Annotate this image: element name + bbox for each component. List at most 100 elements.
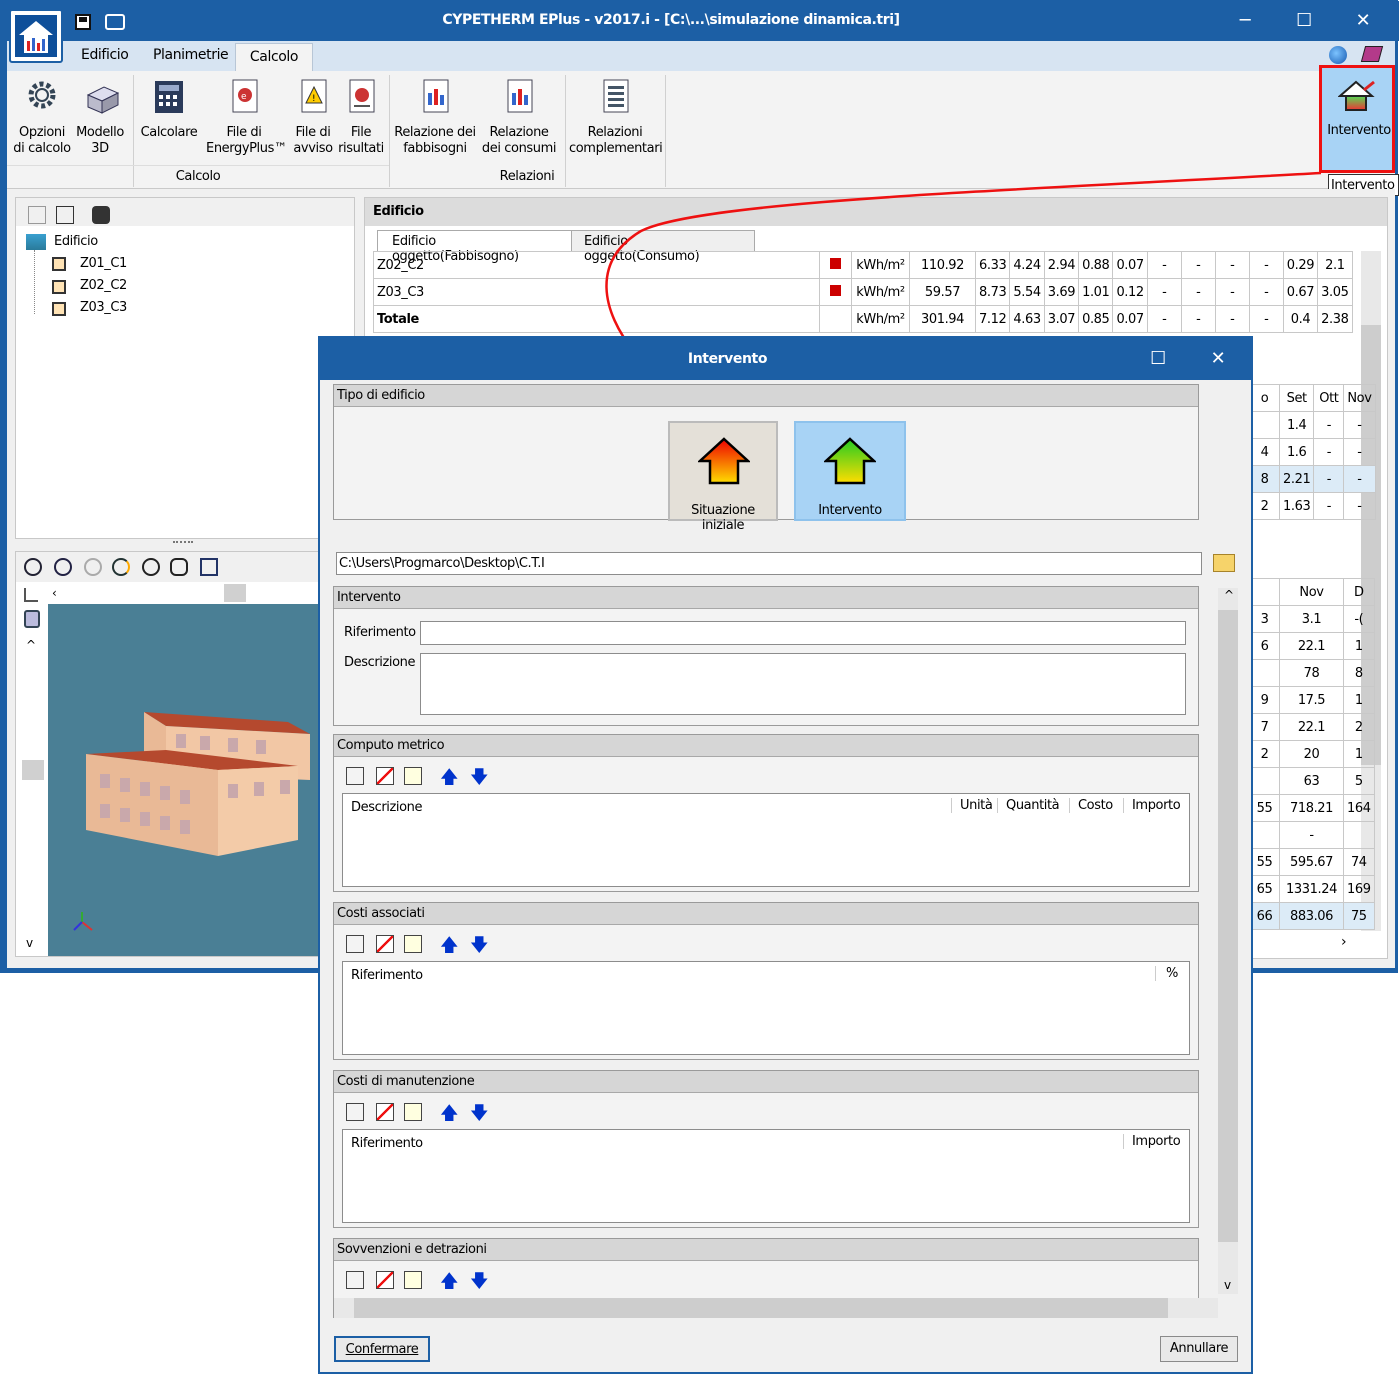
cell-value: 22.1: [1279, 713, 1344, 741]
cell-value: 2: [1249, 740, 1280, 768]
path-field[interactable]: C:\Users\Progmarco\Desktop\C.T.I: [336, 552, 1202, 575]
col-header: Nov: [1279, 578, 1344, 606]
cell-value: 63: [1279, 767, 1344, 795]
descrizione-textarea[interactable]: [420, 653, 1186, 715]
delete-row-icon[interactable]: [376, 1271, 394, 1289]
dialog-scroll-down[interactable]: v: [1224, 1278, 1231, 1292]
table-row[interactable]: 65 1331.24 169: [1249, 875, 1375, 903]
add-row-icon[interactable]: [346, 1103, 364, 1121]
delete-row-icon[interactable]: [376, 935, 394, 953]
add-row-icon[interactable]: [346, 935, 364, 953]
col-header: [1249, 578, 1280, 606]
move-down-icon[interactable]: 🡇: [470, 765, 489, 788]
zoom-previous-icon[interactable]: [84, 558, 102, 576]
col-header: Set: [1278, 384, 1315, 412]
cancel-button[interactable]: Annullare: [1160, 1336, 1238, 1362]
table-row[interactable]: 4 1.6- -: [1249, 438, 1376, 466]
col-header: D: [1343, 578, 1375, 606]
delete-row-icon[interactable]: [376, 767, 394, 785]
riferimento-input[interactable]: [420, 621, 1186, 645]
move-down-icon[interactable]: 🡇: [470, 1101, 489, 1124]
cell-value: -: [1313, 438, 1345, 466]
table-header-row: o Set Ott Nov: [1249, 384, 1376, 412]
cell-value: 718.21: [1279, 794, 1344, 822]
confirm-button[interactable]: Confermare: [334, 1336, 430, 1362]
cell-value: 1331.24: [1279, 875, 1344, 903]
scroll-up-arrow[interactable]: ^: [26, 638, 36, 652]
dialog-scroll-up[interactable]: ^: [1224, 588, 1234, 602]
folder-open-icon[interactable]: [1213, 554, 1235, 572]
cell-value: 169: [1343, 875, 1375, 903]
cell-value: [1249, 821, 1280, 849]
monthly-table: o Set Ott Nov 1.4- -4 1.6- -8 2.21- -2 1.63- -: [1249, 384, 1376, 520]
move-up-icon[interactable]: 🡅: [440, 1269, 459, 1292]
dialog-close-button[interactable]: ✕: [1198, 348, 1238, 369]
section-header: Intervento: [334, 587, 1198, 609]
axis-icon[interactable]: [24, 588, 38, 602]
move-down-icon[interactable]: 🡇: [470, 933, 489, 956]
table-row[interactable]: 7 22.1 2: [1249, 713, 1375, 741]
3d-view-panel: ‹ ^ v: [15, 551, 320, 957]
splitter-handle[interactable]: [173, 541, 193, 545]
3d-viewport[interactable]: [48, 604, 320, 956]
cell-value: 66: [1249, 902, 1280, 930]
scroll-down-arrow[interactable]: v: [26, 936, 33, 950]
table-row[interactable]: 55 718.21 164: [1249, 794, 1375, 822]
table-header-row: Nov D: [1249, 578, 1375, 606]
scroll-right-arrow[interactable]: ›: [1341, 934, 1347, 950]
col-header: Ott: [1313, 384, 1345, 412]
cell-value: [1343, 821, 1375, 849]
tipo-edificio-section: Tipo di edificio Situazione iniziale Int…: [333, 384, 1199, 533]
table-row[interactable]: 78 8: [1249, 659, 1375, 687]
col-header: Importo: [1123, 798, 1181, 813]
costi-section: Costi associati 🡅 🡇 Riferimento %: [333, 902, 1199, 1060]
dialog-horizontal-scrollbar[interactable]: [334, 1298, 1218, 1318]
copy-icon[interactable]: [404, 1103, 422, 1121]
rotate-icon[interactable]: [112, 558, 130, 576]
copy-icon[interactable]: [404, 935, 422, 953]
scroll-left-arrow[interactable]: ‹: [52, 586, 57, 600]
table-row[interactable]: 6 22.1 1: [1249, 632, 1375, 660]
computo-list[interactable]: Descrizione Unità Quantità Costo Importo: [342, 793, 1190, 887]
dialog-maximize-button[interactable]: ☐: [1138, 348, 1178, 369]
table-row[interactable]: 2 20 1: [1249, 740, 1375, 768]
cell-value: -: [1343, 411, 1376, 439]
table-row[interactable]: 3 3.1 -(: [1249, 605, 1375, 633]
costi-list[interactable]: Riferimento %: [342, 961, 1190, 1055]
table-row[interactable]: 66 883.06 75: [1249, 902, 1375, 930]
manutenzione-list[interactable]: Riferimento Importo: [342, 1129, 1190, 1223]
tipo-intervento[interactable]: Intervento: [794, 421, 906, 521]
delete-row-icon[interactable]: [376, 1103, 394, 1121]
move-up-icon[interactable]: 🡅: [440, 933, 459, 956]
dialog-vertical-scrollbar[interactable]: [1218, 588, 1238, 1294]
zoom-extents-icon[interactable]: [24, 558, 42, 576]
table-row[interactable]: 1.4- -: [1249, 411, 1376, 439]
vertical-scrollbar-thumb[interactable]: [22, 760, 44, 780]
table-row[interactable]: 8 2.21- -: [1249, 465, 1376, 493]
copy-icon[interactable]: [404, 767, 422, 785]
zoom-window-icon[interactable]: [54, 558, 72, 576]
move-down-icon[interactable]: 🡇: [470, 1269, 489, 1292]
table-row[interactable]: 63 5: [1249, 767, 1375, 795]
copy-icon[interactable]: [404, 1271, 422, 1289]
cell-value: 7: [1249, 713, 1280, 741]
view-cube-icon[interactable]: [24, 610, 40, 628]
tipo-situazione-iniziale[interactable]: Situazione iniziale: [668, 421, 778, 533]
view-settings-icon[interactable]: [200, 558, 218, 576]
table-row[interactable]: 55 595.67 74: [1249, 848, 1375, 876]
table-row[interactable]: -: [1249, 821, 1375, 849]
table-row[interactable]: 2 1.63- -: [1249, 492, 1376, 520]
move-up-icon[interactable]: 🡅: [440, 765, 459, 788]
add-row-icon[interactable]: [346, 767, 364, 785]
cell-value: -: [1313, 492, 1345, 520]
horizontal-scrollbar-thumb[interactable]: [224, 584, 246, 602]
add-row-icon[interactable]: [346, 1271, 364, 1289]
building-model: [73, 712, 310, 931]
cell-value: 75: [1343, 902, 1375, 930]
zoom-icon[interactable]: [142, 558, 160, 576]
move-up-icon[interactable]: 🡅: [440, 1101, 459, 1124]
table-row[interactable]: 9 17.5 1: [1249, 686, 1375, 714]
col-header: Nov: [1343, 384, 1376, 412]
pan-hand-icon[interactable]: [170, 558, 188, 576]
app-logo-icon[interactable]: [9, 9, 63, 63]
